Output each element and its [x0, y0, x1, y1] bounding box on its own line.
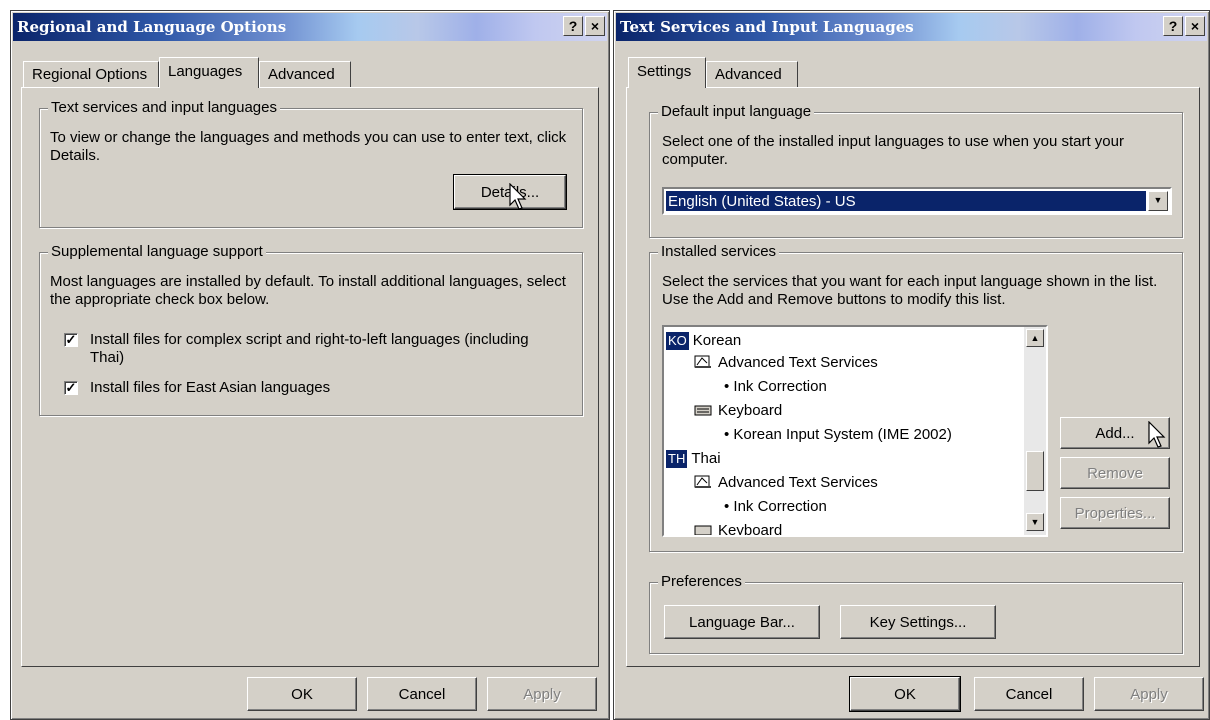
tab-advanced[interactable]: Advanced: [259, 61, 351, 87]
default-input-description: Select one of the installed input langua…: [662, 133, 1124, 168]
languages-tab-panel: Text services and input languages To vie…: [21, 87, 599, 667]
remove-button[interactable]: Remove: [1060, 457, 1170, 489]
cancel-button[interactable]: Cancel: [367, 677, 477, 711]
settings-tab-panel: Default input language Select one of the…: [626, 87, 1200, 667]
title-bar[interactable]: Text Services and Input Languages ? ×: [616, 13, 1207, 41]
tab-languages[interactable]: Languages: [159, 57, 259, 88]
list-item[interactable]: KO Korean: [666, 331, 741, 351]
group-legend: Supplemental language support: [48, 243, 266, 260]
default-input-language-group: Default input language Select one of the…: [649, 103, 1183, 238]
apply-button[interactable]: Apply: [1094, 677, 1204, 711]
chevron-down-icon[interactable]: ▼: [1148, 191, 1168, 211]
apply-button[interactable]: Apply: [487, 677, 597, 711]
east-asian-checkbox[interactable]: ✓: [64, 381, 78, 395]
window-title: Regional and Language Options: [17, 18, 287, 36]
regional-language-options-window: Regional and Language Options ? × Region…: [10, 10, 610, 720]
list-item[interactable]: Keyboard: [694, 401, 782, 421]
language-badge: TH: [666, 450, 688, 468]
ok-button[interactable]: OK: [247, 677, 357, 711]
scroll-thumb[interactable]: [1026, 451, 1044, 491]
tab-advanced[interactable]: Advanced: [706, 61, 798, 87]
list-item[interactable]: Advanced Text Services: [694, 473, 878, 493]
supplemental-language-group: Supplemental language support Most langu…: [39, 243, 583, 416]
mouse-pointer-icon: [1148, 421, 1166, 448]
mouse-pointer-icon: [509, 183, 527, 210]
group-legend: Installed services: [658, 243, 780, 260]
group-legend: Default input language: [658, 103, 815, 120]
language-badge: KO: [666, 332, 689, 350]
installed-services-description: Select the services that you want for ea…: [662, 273, 1158, 308]
properties-button[interactable]: Properties...: [1060, 497, 1170, 529]
help-button[interactable]: ?: [563, 16, 583, 36]
tab-settings[interactable]: Settings: [628, 57, 706, 88]
close-button[interactable]: ×: [585, 16, 605, 36]
list-item[interactable]: • Korean Input System (IME 2002): [724, 425, 952, 445]
list-scrollbar[interactable]: ▲ ▼: [1024, 327, 1046, 535]
key-settings-button[interactable]: Key Settings...: [840, 605, 996, 639]
text-services-description: To view or change the languages and meth…: [50, 129, 567, 164]
supplemental-description: Most languages are installed by default.…: [50, 273, 566, 308]
list-item[interactable]: TH Thai: [666, 449, 721, 469]
complex-script-checkbox[interactable]: ✓: [64, 333, 78, 347]
services-list[interactable]: KO Korean Advanced Text Services • Ink Co…: [662, 325, 1048, 537]
scroll-down-icon[interactable]: ▼: [1026, 513, 1044, 531]
ok-button[interactable]: OK: [849, 676, 961, 712]
complex-script-label: Install files for complex script and rig…: [90, 331, 529, 366]
east-asian-label: Install files for East Asian languages: [90, 379, 331, 396]
cancel-button[interactable]: Cancel: [974, 677, 1084, 711]
text-services-icon: [694, 355, 711, 368]
preferences-group: Preferences Language Bar... Key Settings…: [649, 573, 1183, 654]
installed-services-group: Installed services Select the services t…: [649, 243, 1183, 552]
keyboard-icon: [694, 405, 712, 416]
title-bar[interactable]: Regional and Language Options ? ×: [13, 13, 607, 41]
window-title: Text Services and Input Languages: [620, 18, 914, 36]
group-legend: Text services and input languages: [48, 99, 280, 116]
scroll-up-icon[interactable]: ▲: [1026, 329, 1044, 347]
default-language-select[interactable]: English (United States) - US ▼: [662, 187, 1172, 215]
list-item[interactable]: • Ink Correction: [724, 377, 827, 397]
list-item[interactable]: • Ink Correction: [724, 497, 827, 517]
text-services-group: Text services and input languages To vie…: [39, 99, 583, 228]
text-services-icon: [694, 475, 711, 488]
close-button[interactable]: ×: [1185, 16, 1205, 36]
help-button[interactable]: ?: [1163, 16, 1183, 36]
language-bar-button[interactable]: Language Bar...: [664, 605, 820, 639]
text-services-window: Text Services and Input Languages ? × Se…: [613, 10, 1210, 720]
list-item[interactable]: Advanced Text Services: [694, 353, 878, 373]
group-legend: Preferences: [658, 573, 745, 590]
keyboard-icon: [694, 525, 712, 535]
selected-language: English (United States) - US: [666, 191, 1146, 211]
tab-regional-options[interactable]: Regional Options: [23, 61, 159, 87]
list-item[interactable]: Keyboard: [694, 521, 782, 535]
